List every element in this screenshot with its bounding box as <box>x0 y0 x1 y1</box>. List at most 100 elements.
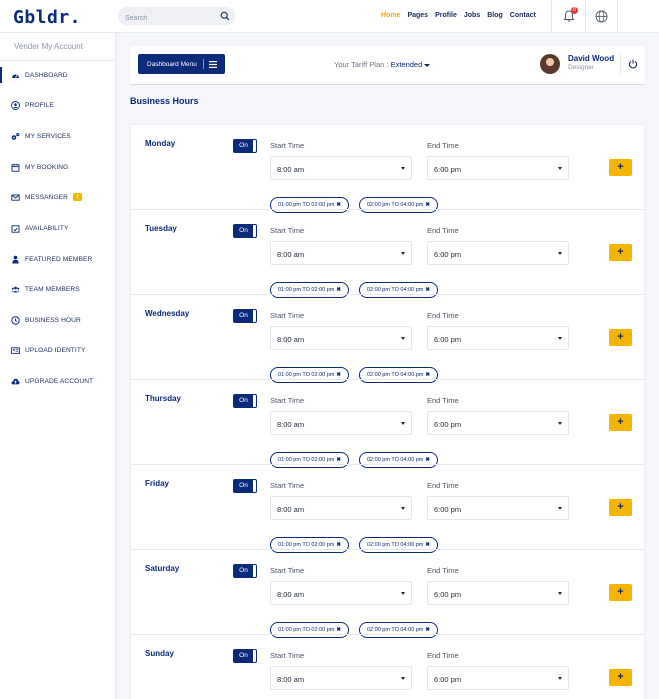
close-icon[interactable]: ✖ <box>425 372 430 378</box>
day-toggle[interactable]: On <box>233 224 257 238</box>
sidebar-heading: Vender My Account <box>14 42 83 51</box>
close-icon[interactable]: ✖ <box>336 202 341 208</box>
power-icon[interactable] <box>628 59 638 69</box>
sidebar-item-featured-member[interactable]: FEATURED MEMBER <box>0 248 116 270</box>
sidebar-item-label: MESSANGER <box>25 193 69 201</box>
close-icon[interactable]: ✖ <box>336 372 341 378</box>
end-time-select[interactable]: 6:00 pm <box>427 411 569 435</box>
sidebar-item-my-services[interactable]: MY SERVICES <box>0 125 116 147</box>
end-time-label: End Time <box>427 311 459 320</box>
day-row-friday: Friday On Start Time End Time 8:00 am 6:… <box>131 465 646 553</box>
end-time-select[interactable]: 6:00 pm <box>427 581 569 605</box>
dashboard-menu-button[interactable]: Dashboard Menu <box>138 54 225 74</box>
nav-jobs[interactable]: Jobs <box>464 12 480 19</box>
avatar[interactable] <box>540 54 560 74</box>
sidebar-item-my-booking[interactable]: MY BOOKING <box>0 156 116 178</box>
divider <box>620 53 621 75</box>
start-time-value: 8:00 am <box>277 675 305 684</box>
start-time-label: Start Time <box>270 141 305 150</box>
day-toggle[interactable]: On <box>233 564 257 578</box>
nav-home[interactable]: Home <box>381 12 400 19</box>
start-time-value: 8:00 am <box>277 165 305 174</box>
close-icon[interactable]: ✖ <box>425 287 430 293</box>
logo[interactable]: Gbldr. <box>13 7 81 28</box>
day-toggle[interactable]: On <box>233 139 257 153</box>
start-time-select[interactable]: 8:00 am <box>270 156 412 180</box>
nav-blog[interactable]: Blog <box>487 12 503 19</box>
sidebar-item-dashboard[interactable]: DASHBOARD <box>0 64 116 86</box>
start-time-select[interactable]: 8:00 am <box>270 581 412 605</box>
add-slot-button[interactable]: + <box>609 584 632 601</box>
sidebar-item-label: AVAILABILITY <box>25 224 69 232</box>
add-slot-button[interactable]: + <box>609 329 632 346</box>
time-slot-text: 01:00 pm TO 02:00 pm <box>278 542 335 548</box>
end-time-select[interactable]: 6:00 pm <box>427 241 569 265</box>
nav-contact[interactable]: Contact <box>510 12 536 19</box>
close-icon[interactable]: ✖ <box>425 627 430 633</box>
sidebar-item-label: PROFILE <box>25 101 54 109</box>
add-slot-button[interactable]: + <box>609 244 632 261</box>
user-icon <box>11 100 20 110</box>
toggle-label: On <box>234 565 253 577</box>
search-icon[interactable] <box>220 11 230 21</box>
chevron-down-icon <box>401 252 405 255</box>
add-slot-button[interactable]: + <box>609 159 632 176</box>
divider <box>585 0 586 33</box>
start-time-label: Start Time <box>270 226 305 235</box>
globe-icon[interactable] <box>595 10 608 23</box>
end-time-select[interactable]: 6:00 pm <box>427 326 569 350</box>
start-time-select[interactable]: 8:00 am <box>270 411 412 435</box>
end-time-select[interactable]: 6:00 pm <box>427 496 569 520</box>
close-icon[interactable]: ✖ <box>425 202 430 208</box>
dashboard-menu-label: Dashboard Menu <box>147 60 197 68</box>
end-time-value: 6:00 pm <box>434 335 462 344</box>
envelope-icon <box>11 194 20 201</box>
close-icon[interactable]: ✖ <box>425 542 430 548</box>
start-time-select[interactable]: 8:00 am <box>270 496 412 520</box>
time-slot-text: 02:00 pm TO 04:00 pm <box>367 627 424 633</box>
close-icon[interactable]: ✖ <box>336 457 341 463</box>
add-slot-button[interactable]: + <box>609 499 632 516</box>
sidebar-item-label: BUSINESS HOUR <box>25 316 81 324</box>
end-time-select[interactable]: 6:00 pm <box>427 666 569 690</box>
start-time-value: 8:00 am <box>277 250 305 259</box>
sidebar-item-business-hour[interactable]: BUSINESS HOUR <box>0 309 116 331</box>
dashboard-header: Dashboard Menu Your Tariff Plan : Extend… <box>130 46 645 85</box>
close-icon[interactable]: ✖ <box>425 457 430 463</box>
nav-pages[interactable]: Pages <box>407 12 428 19</box>
search-input[interactable] <box>118 9 213 28</box>
close-icon[interactable]: ✖ <box>336 627 341 633</box>
toggle-label: On <box>234 140 253 152</box>
day-toggle[interactable]: On <box>233 649 257 663</box>
dashboard-icon <box>12 74 19 78</box>
sidebar-item-messanger[interactable]: MESSANGER 1 <box>0 186 116 208</box>
nav-profile[interactable]: Profile <box>435 12 457 19</box>
day-toggle[interactable]: On <box>233 309 257 323</box>
divider <box>202 59 204 69</box>
add-slot-button[interactable]: + <box>609 669 632 686</box>
day-toggle[interactable]: On <box>233 394 257 408</box>
start-time-value: 8:00 am <box>277 590 305 599</box>
sidebar-item-team-members[interactable]: TEAM MEMBERS <box>0 278 116 300</box>
day-toggle[interactable]: On <box>233 479 257 493</box>
business-hours-card: Monday On Start Time End Time 8:00 am 6:… <box>130 124 645 699</box>
tariff-plan[interactable]: Your Tariff Plan : Extended <box>334 60 431 69</box>
start-time-select[interactable]: 8:00 am <box>270 326 412 350</box>
day-row-wednesday: Wednesday On Start Time End Time 8:00 am… <box>131 295 646 383</box>
sidebar-item-profile[interactable]: PROFILE <box>0 94 116 116</box>
day-name: Tuesday <box>145 224 177 233</box>
sidebar-item-availability[interactable]: AVAILABILITY <box>0 217 116 239</box>
page-title: Business Hours <box>130 96 199 106</box>
end-time-select[interactable]: 6:00 pm <box>427 156 569 180</box>
start-time-select[interactable]: 8:00 am <box>270 241 412 265</box>
sidebar-item-upgrade-account[interactable]: UPGRADE ACCOUNT <box>0 370 116 392</box>
close-icon[interactable]: ✖ <box>336 542 341 548</box>
start-time-select[interactable]: 8:00 am <box>270 666 412 690</box>
close-icon[interactable]: ✖ <box>336 287 341 293</box>
start-time-label: Start Time <box>270 481 305 490</box>
sidebar-item-upload-identity[interactable]: UPLOAD IDENTITY <box>0 339 116 361</box>
calendar-check-icon <box>11 224 20 233</box>
day-row-monday: Monday On Start Time End Time 8:00 am 6:… <box>131 125 646 213</box>
end-time-label: End Time <box>427 141 459 150</box>
add-slot-button[interactable]: + <box>609 414 632 431</box>
